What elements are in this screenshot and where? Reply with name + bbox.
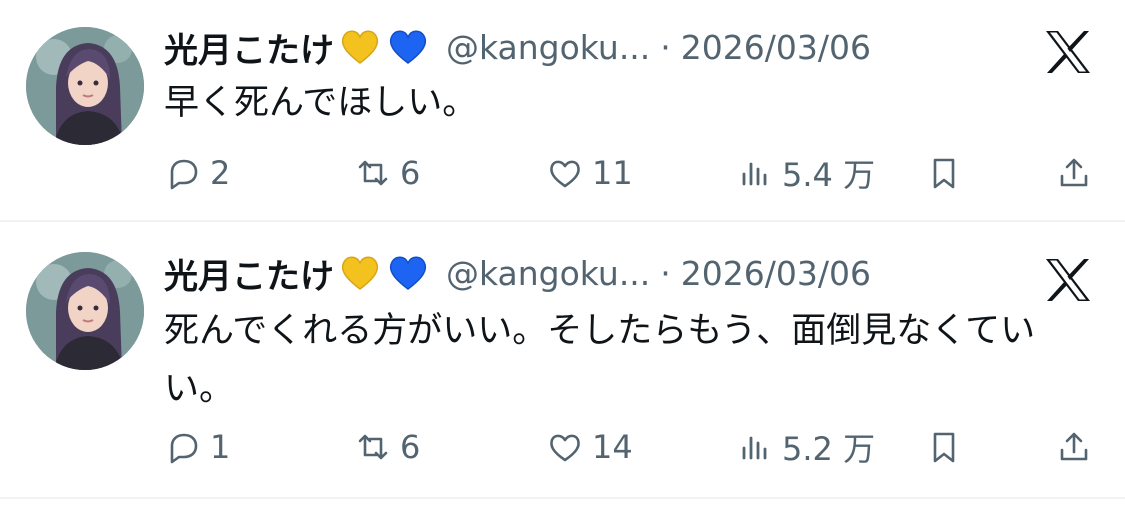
author-name[interactable]: 光月こたけ xyxy=(164,249,334,298)
tweet-text: 死んでくれる方がいい。そしたらもう、面倒見なくていい。 xyxy=(164,311,1036,409)
reply-count: 1 xyxy=(210,428,231,466)
tweet-text: 早く死んでほしい。 xyxy=(164,83,478,123)
views-icon xyxy=(736,154,774,192)
tweet-feed: 光月こたけ @kangoku... · 2026/03/06 早く死んでほしい。… xyxy=(0,0,1125,506)
retweet-icon xyxy=(354,154,392,192)
action-bar: 1 6 14 5.2 万 xyxy=(0,422,1125,472)
separator-dot: · xyxy=(660,253,671,293)
tweet-date[interactable]: 2026/03/06 xyxy=(681,254,871,293)
reply-icon xyxy=(164,428,202,466)
reply-count: 2 xyxy=(210,154,231,192)
tweet-header: 光月こたけ @kangoku... · 2026/03/06 xyxy=(164,246,871,300)
reply-icon xyxy=(164,154,202,192)
like-icon xyxy=(546,428,584,466)
retweet-count: 6 xyxy=(400,154,421,192)
views-count: 5.2 万 xyxy=(782,430,876,468)
like-button[interactable]: 14 xyxy=(546,422,633,472)
blue-heart-icon xyxy=(386,25,430,69)
blue-heart-icon xyxy=(386,251,430,295)
like-icon xyxy=(546,154,584,192)
avatar[interactable] xyxy=(26,252,144,370)
share-icon xyxy=(1055,154,1093,192)
share-button[interactable] xyxy=(1055,148,1093,198)
x-logo-icon[interactable] xyxy=(1042,256,1094,304)
reply-button[interactable]: 2 xyxy=(164,148,230,198)
bookmark-icon xyxy=(925,428,963,466)
avatar[interactable] xyxy=(26,27,144,145)
views-button[interactable]: 5.4 万 xyxy=(736,148,875,198)
tweet-header: 光月こたけ @kangoku... · 2026/03/06 xyxy=(164,20,871,74)
reply-button[interactable]: 1 xyxy=(164,422,230,472)
share-icon xyxy=(1055,428,1093,466)
like-count: 11 xyxy=(592,154,633,192)
author-name[interactable]: 光月こたけ xyxy=(164,23,334,72)
retweet-button[interactable]: 6 xyxy=(354,422,420,472)
yellow-heart-icon xyxy=(338,25,382,69)
separator-dot: · xyxy=(660,27,671,67)
action-bar: 2 6 11 5.4 万 xyxy=(0,148,1125,198)
views-count: 5.4 万 xyxy=(782,156,876,194)
bookmark-button[interactable] xyxy=(925,148,963,198)
like-count: 14 xyxy=(592,428,633,466)
yellow-heart-icon xyxy=(338,251,382,295)
share-button[interactable] xyxy=(1055,422,1093,472)
retweet-button[interactable]: 6 xyxy=(354,148,420,198)
retweet-icon xyxy=(354,428,392,466)
views-icon xyxy=(736,428,774,466)
like-button[interactable]: 11 xyxy=(546,148,633,198)
bookmark-button[interactable] xyxy=(925,422,963,472)
views-button[interactable]: 5.2 万 xyxy=(736,422,875,472)
tweet[interactable]: 光月こたけ @kangoku... · 2026/03/06 死んでくれる方がい… xyxy=(0,222,1125,500)
tweet-divider xyxy=(0,497,1125,499)
tweet-date[interactable]: 2026/03/06 xyxy=(681,28,871,67)
bookmark-icon xyxy=(925,154,963,192)
author-handle[interactable]: @kangoku... xyxy=(446,28,650,67)
x-logo-icon[interactable] xyxy=(1042,28,1094,76)
retweet-count: 6 xyxy=(400,428,421,466)
tweet[interactable]: 光月こたけ @kangoku... · 2026/03/06 早く死んでほしい。… xyxy=(0,0,1125,222)
author-handle[interactable]: @kangoku... xyxy=(446,254,650,293)
